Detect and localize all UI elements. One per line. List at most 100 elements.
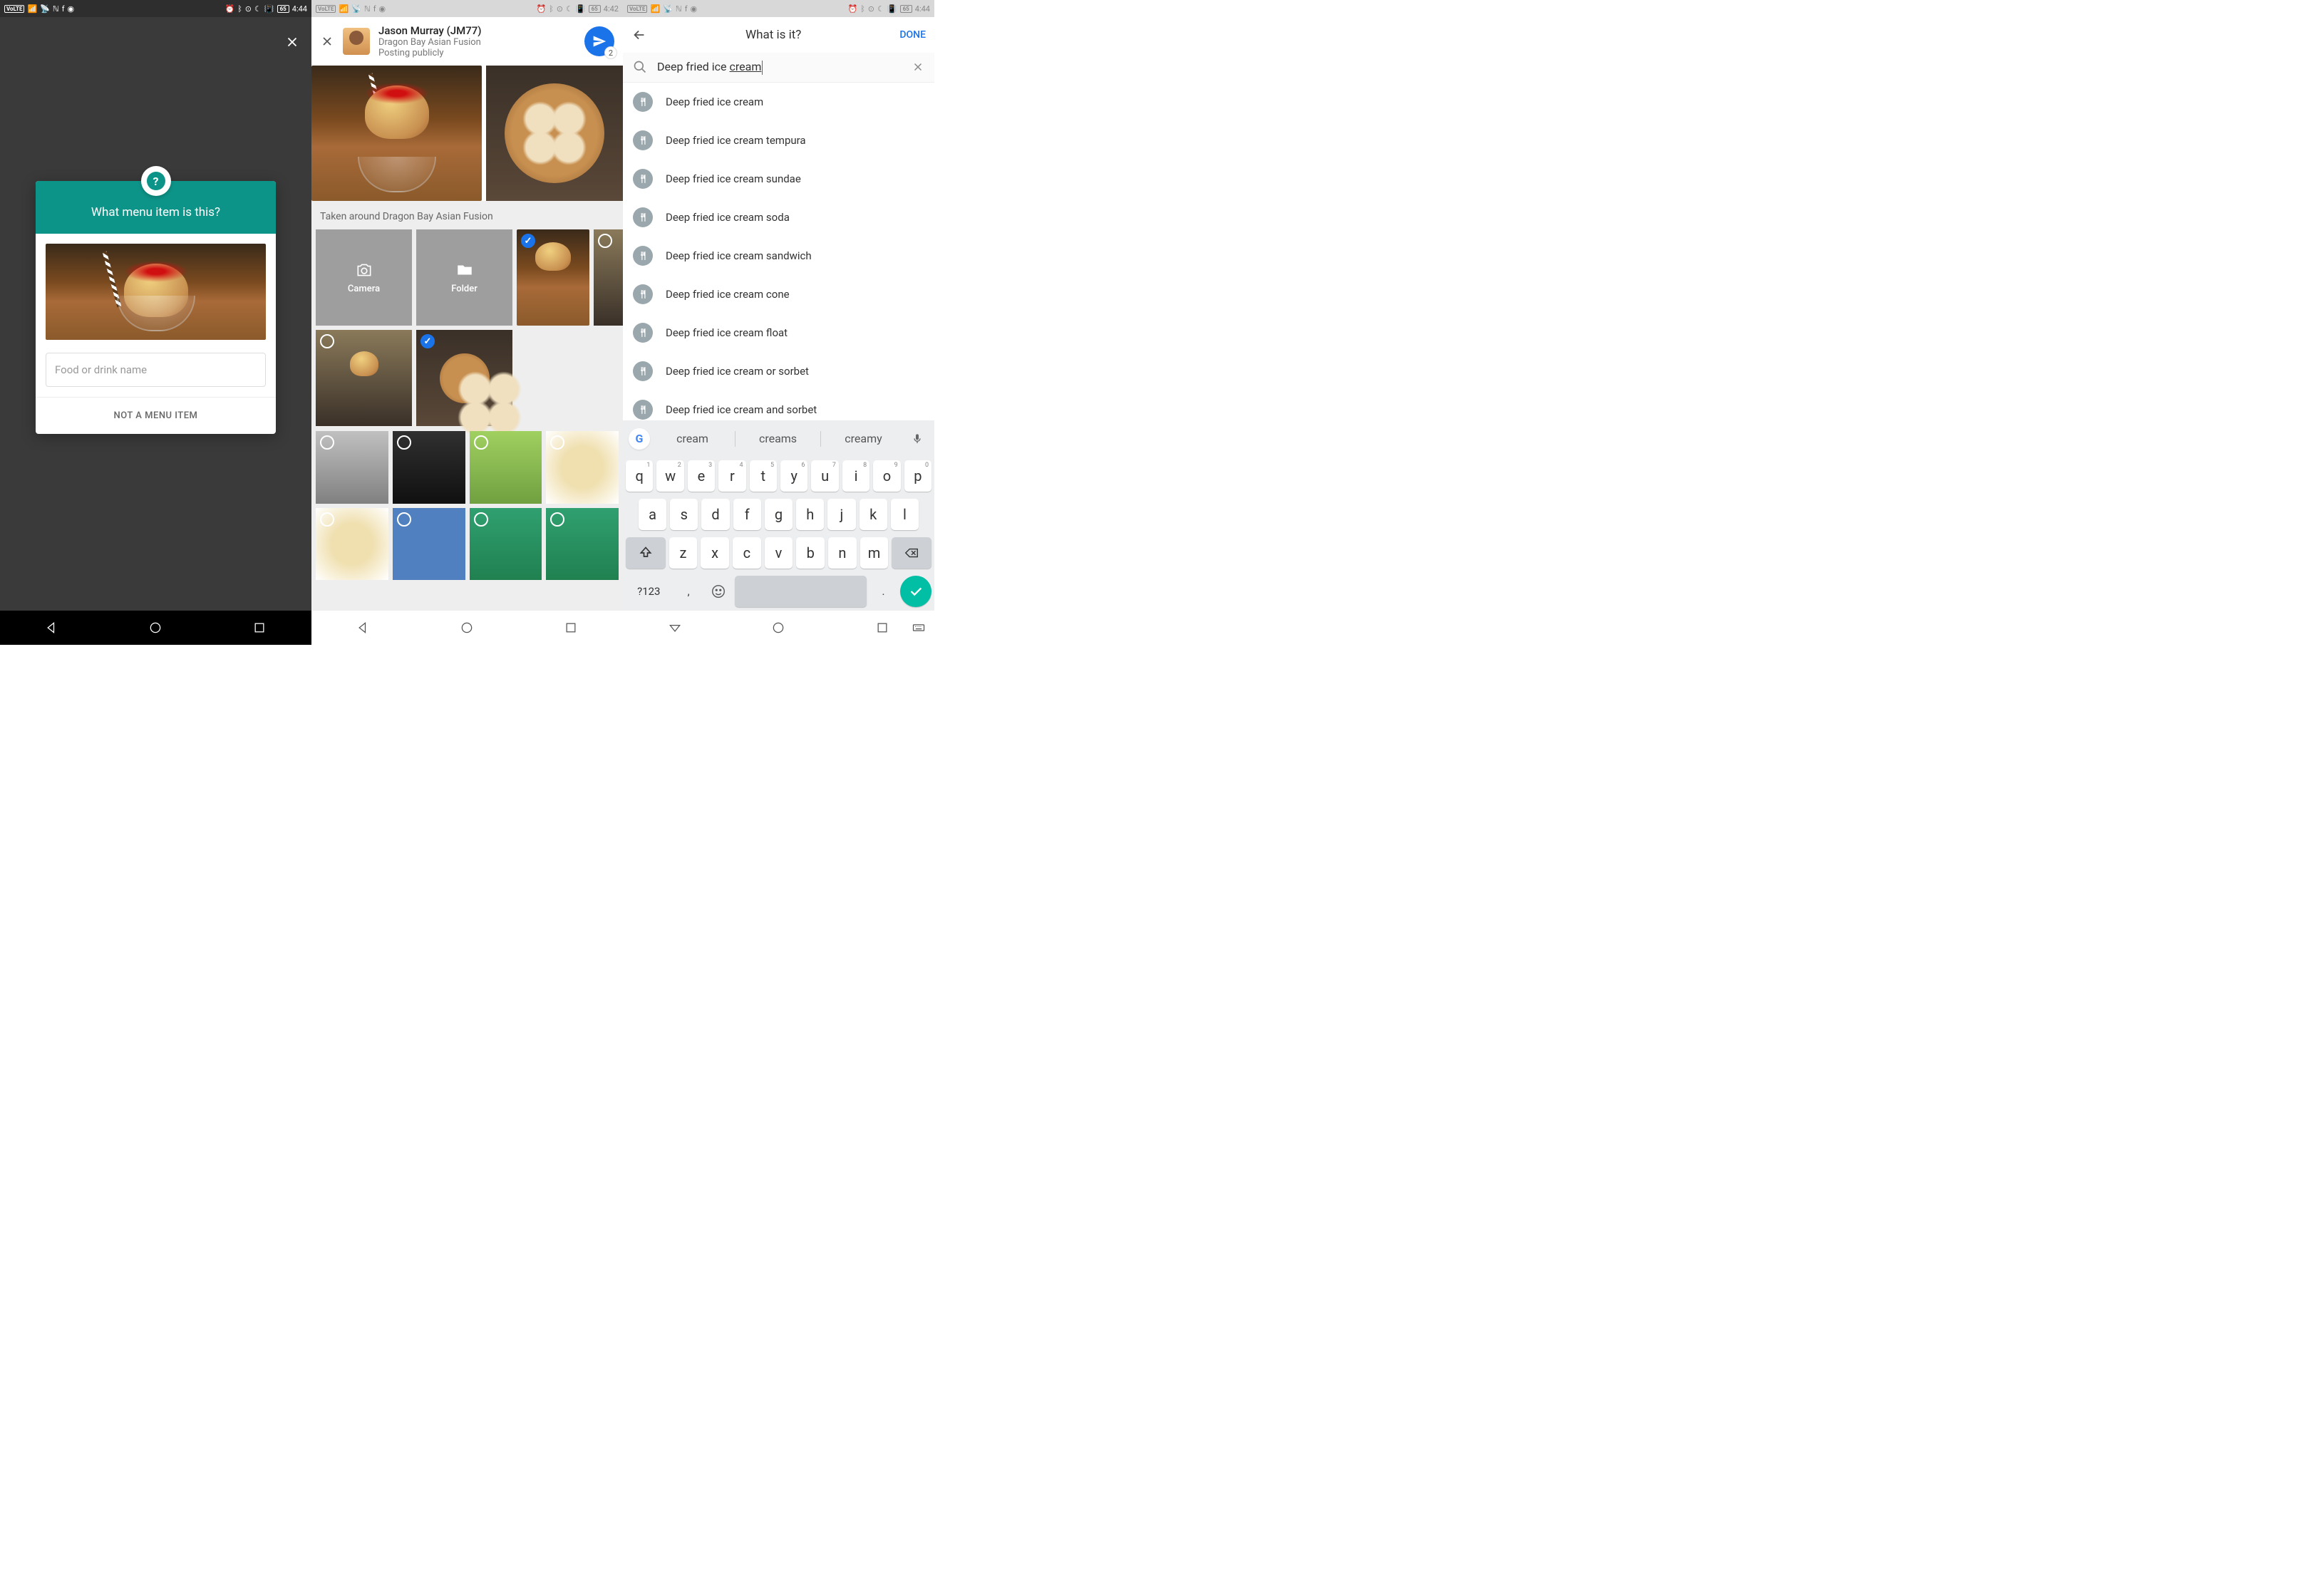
key-t[interactable]: t5 (750, 460, 777, 492)
not-menu-item-button[interactable]: NOT A MENU ITEM (36, 397, 276, 434)
emoji-key[interactable] (706, 576, 732, 607)
camera-button[interactable]: Camera (316, 229, 412, 326)
kb-suggestion[interactable]: creams (736, 426, 820, 451)
alarm-icon: ⏰ (536, 4, 546, 14)
google-icon[interactable]: G (629, 428, 650, 450)
nav-recents-button[interactable] (875, 621, 889, 635)
key-j[interactable]: j (827, 499, 855, 530)
photo-thumb[interactable] (393, 431, 465, 504)
check-icon[interactable] (521, 234, 535, 248)
check-icon[interactable] (550, 512, 564, 527)
check-icon[interactable] (397, 512, 411, 527)
period-key[interactable]: . (870, 576, 897, 607)
photo-thumb[interactable] (316, 431, 388, 504)
key-l[interactable]: l (891, 499, 919, 530)
backspace-key[interactable] (892, 537, 931, 569)
photo-thumb[interactable] (393, 508, 465, 581)
space-key[interactable] (735, 576, 867, 607)
check-icon[interactable] (420, 334, 435, 348)
suggestion-item[interactable]: Deep fried ice cream tempura (623, 121, 934, 160)
photo-thumb[interactable] (316, 508, 388, 581)
nav-back-button[interactable] (45, 621, 59, 635)
check-icon[interactable] (320, 435, 334, 450)
key-o[interactable]: o9 (873, 460, 900, 492)
check-icon[interactable] (474, 512, 488, 527)
selected-photo[interactable] (486, 66, 623, 201)
nav-back-button[interactable] (356, 621, 371, 635)
check-icon[interactable] (320, 334, 334, 348)
key-s[interactable]: s (670, 499, 698, 530)
nav-home-button[interactable] (460, 621, 474, 635)
photo-thumb[interactable] (470, 431, 542, 504)
suggestion-item[interactable]: Deep fried ice cream sandwich (623, 237, 934, 275)
photo-thumb[interactable] (546, 431, 619, 504)
symbols-key[interactable]: ?123 (626, 576, 672, 607)
search-input[interactable]: Deep fried ice cream (657, 60, 902, 75)
enter-key[interactable] (900, 576, 931, 607)
comma-key[interactable]: , (676, 576, 702, 607)
suggestion-item[interactable]: Deep fried ice cream soda (623, 198, 934, 237)
check-icon[interactable] (474, 435, 488, 450)
key-g[interactable]: g (765, 499, 793, 530)
photo-thumb[interactable] (416, 330, 512, 426)
key-b[interactable]: b (796, 537, 825, 569)
suggestion-item[interactable]: Deep fried ice cream (623, 83, 934, 121)
check-icon[interactable] (397, 435, 411, 450)
photo-thumb[interactable] (546, 508, 619, 581)
check-icon[interactable] (598, 234, 612, 248)
nav-home-button[interactable] (148, 621, 162, 635)
close-button[interactable] (320, 34, 334, 48)
nav-home-button[interactable] (771, 621, 785, 635)
kb-suggestion[interactable]: creamy (821, 426, 906, 451)
poster-location: Dragon Bay Asian Fusion (378, 37, 576, 48)
messenger-icon: ◉ (68, 4, 75, 14)
key-w[interactable]: w2 (656, 460, 683, 492)
location-icon: ⊙ (245, 4, 252, 14)
send-button[interactable]: 2 (584, 26, 614, 56)
key-u[interactable]: u7 (811, 460, 838, 492)
photo-thumb[interactable] (316, 330, 412, 426)
photo-thumb[interactable] (517, 229, 589, 326)
kb-suggestion[interactable]: cream (650, 426, 735, 451)
key-e[interactable]: e3 (688, 460, 715, 492)
key-i[interactable]: i8 (842, 460, 869, 492)
suggestion-item[interactable]: Deep fried ice cream sundae (623, 160, 934, 198)
key-y[interactable]: y6 (780, 460, 807, 492)
food-name-input[interactable]: Food or drink name (46, 353, 266, 387)
bluetooth-icon: ᛒ (860, 4, 865, 14)
done-button[interactable]: DONE (899, 29, 926, 41)
key-z[interactable]: z (669, 537, 698, 569)
key-x[interactable]: x (701, 537, 729, 569)
back-button[interactable] (631, 27, 647, 43)
nav-recents-button[interactable] (252, 621, 267, 635)
keyboard-toggle-icon[interactable] (912, 621, 926, 635)
key-k[interactable]: k (860, 499, 887, 530)
photo-thumb[interactable] (470, 508, 542, 581)
suggestion-item[interactable]: Deep fried ice cream float (623, 314, 934, 352)
suggestion-item[interactable]: Deep fried ice cream or sorbet (623, 352, 934, 390)
key-p[interactable]: p0 (904, 460, 931, 492)
folder-button[interactable]: Folder (416, 229, 512, 326)
selected-photo[interactable] (311, 66, 482, 201)
suggestion-item[interactable]: Deep fried ice cream cone (623, 275, 934, 314)
check-icon[interactable] (320, 512, 334, 527)
nav-recents-button[interactable] (564, 621, 578, 635)
key-f[interactable]: f (733, 499, 761, 530)
signal-icon: 📶 (339, 4, 349, 14)
key-m[interactable]: m (860, 537, 889, 569)
clear-button[interactable] (912, 61, 924, 73)
key-d[interactable]: d (701, 499, 729, 530)
key-c[interactable]: c (733, 537, 761, 569)
key-a[interactable]: a (639, 499, 666, 530)
key-h[interactable]: h (796, 499, 824, 530)
key-v[interactable]: v (765, 537, 793, 569)
mic-icon[interactable] (906, 433, 929, 445)
shift-key[interactable] (626, 537, 666, 569)
key-r[interactable]: r4 (718, 460, 745, 492)
nav-back-button[interactable] (668, 621, 682, 635)
close-button[interactable] (284, 34, 300, 50)
photo-thumb[interactable] (594, 229, 623, 326)
check-icon[interactable] (550, 435, 564, 450)
key-n[interactable]: n (828, 537, 857, 569)
key-q[interactable]: q1 (626, 460, 653, 492)
